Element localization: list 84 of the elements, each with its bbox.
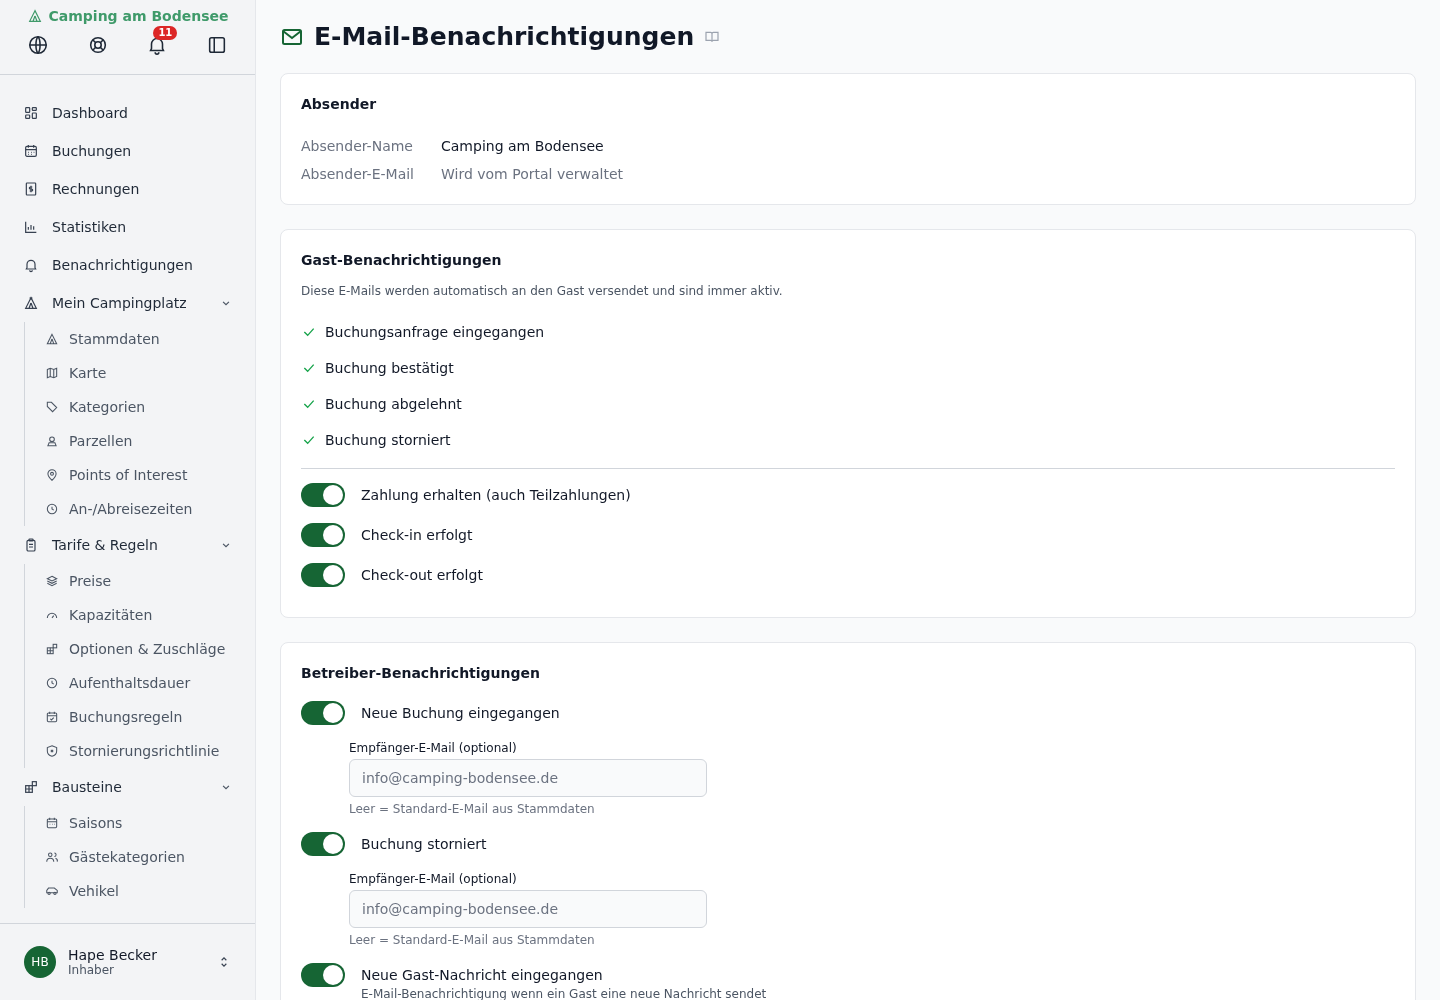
sidebar-item[interactable]: Benachrichtigungen bbox=[23, 246, 255, 284]
nav-icon bbox=[45, 816, 59, 830]
toggle-switch[interactable] bbox=[301, 483, 345, 507]
notification-label: Buchungsanfrage eingegangen bbox=[325, 324, 545, 340]
toggle-label: Check-out erfolgt bbox=[361, 566, 483, 585]
sidebar-subitem[interactable]: Gästekategorien bbox=[45, 840, 255, 874]
user-menu[interactable]: HB Hape Becker Inhaber bbox=[0, 923, 255, 1000]
nav-icon bbox=[45, 468, 59, 482]
toggle-switch[interactable] bbox=[301, 701, 345, 725]
toggle-switch[interactable] bbox=[301, 963, 345, 987]
field-value: Camping am Bodensee bbox=[441, 138, 604, 154]
sidebar-subitem[interactable]: Kategorien bbox=[45, 390, 255, 424]
sidebar-item[interactable]: Buchungen bbox=[23, 132, 255, 170]
toggle-label: Buchung storniert bbox=[361, 835, 487, 854]
nav-icon bbox=[45, 434, 59, 448]
brand-name: Camping am Bodensee bbox=[48, 8, 229, 24]
card-title: Gast-Benachrichtigungen bbox=[301, 251, 503, 270]
sidebar-subitem[interactable]: Optionen & Zuschläge bbox=[45, 632, 255, 666]
nav-icon bbox=[45, 676, 59, 690]
toggle-switch[interactable] bbox=[301, 523, 345, 547]
card-title: Betreiber-Benachrichtigungen bbox=[301, 664, 542, 683]
sidebar-subitem[interactable]: Points of Interest bbox=[45, 458, 255, 492]
sidebar-subitem[interactable]: Stammdaten bbox=[45, 322, 255, 356]
toggle-label: Neue Gast-Nachricht eingegangen bbox=[361, 966, 604, 985]
field-label: Empfänger-E-Mail (optional) bbox=[349, 741, 518, 755]
card-description: Diese E-Mails werden automatisch an den Gast versendet und sind immer aktiv. bbox=[301, 284, 784, 298]
nav-icon bbox=[23, 779, 39, 795]
field-label: Absender-Name bbox=[301, 138, 414, 154]
notification-label: Buchung abgelehnt bbox=[325, 396, 462, 412]
nav-icon bbox=[45, 400, 59, 414]
user-name: Hape Becker bbox=[68, 947, 158, 963]
sidebar-subitem[interactable]: Buchungsregeln bbox=[45, 700, 255, 734]
nav-icon bbox=[23, 537, 39, 553]
sidebar-subitem[interactable]: Parzellen bbox=[45, 424, 255, 458]
sidebar-item[interactable]: Mein Campingplatz bbox=[23, 284, 255, 322]
sidebar-subitem[interactable]: Stornierungsrichtlinie bbox=[45, 734, 255, 768]
sidebar-subitem[interactable]: Karte bbox=[45, 356, 255, 390]
sidebar-item[interactable]: Tarife & Regeln bbox=[23, 526, 255, 564]
field-label: Empfänger-E-Mail (optional) bbox=[349, 872, 518, 886]
toggle-label: Check-in erfolgt bbox=[361, 526, 473, 545]
nav-icon bbox=[23, 219, 39, 235]
email-input[interactable]: info@camping-bodensee.de bbox=[349, 890, 707, 928]
nav-icon bbox=[45, 502, 59, 516]
tent-icon bbox=[26, 8, 43, 24]
nav-icon bbox=[45, 744, 59, 758]
nav-icon bbox=[45, 884, 59, 898]
sidebar-subitem[interactable]: Vehikel bbox=[45, 874, 255, 908]
field-label: Absender-E-Mail bbox=[301, 166, 415, 182]
field-hint: Leer = Standard-E-Mail aus Stammdaten bbox=[349, 933, 596, 947]
user-role: Inhaber bbox=[68, 963, 116, 977]
sidebar-subitem[interactable]: Kapazitäten bbox=[45, 598, 255, 632]
page-title: E-Mail-Benachrichtigungen bbox=[314, 22, 695, 51]
nav-icon bbox=[23, 295, 39, 311]
toggle-label: Neue Buchung eingegangen bbox=[361, 704, 560, 723]
sidebar-item[interactable]: Dashboard bbox=[23, 94, 255, 132]
notification-badge: 11 bbox=[153, 26, 178, 40]
field-value: Wird vom Portal verwaltet bbox=[441, 166, 624, 182]
sidebar-subitem[interactable]: Aufenthaltsdauer bbox=[45, 666, 255, 700]
toggle-description: E-Mail-Benachrichtigung wenn ein Gast eine neue Nachricht sendet bbox=[361, 987, 767, 1000]
field-hint: Leer = Standard-E-Mail aus Stammdaten bbox=[349, 802, 596, 816]
sidebar-item[interactable]: Bausteine bbox=[23, 768, 255, 806]
nav-icon bbox=[45, 366, 59, 380]
nav-icon bbox=[45, 332, 59, 346]
avatar: HB bbox=[24, 946, 56, 978]
sidebar-subitem[interactable]: Preise bbox=[45, 564, 255, 598]
toggle-label: Zahlung erhalten (auch Teilzahlungen) bbox=[361, 486, 631, 505]
nav-icon bbox=[23, 105, 39, 121]
notification-label: Buchung bestätigt bbox=[325, 360, 454, 376]
nav-icon bbox=[45, 710, 59, 724]
nav-icon bbox=[23, 257, 39, 273]
toggle-switch[interactable] bbox=[301, 832, 345, 856]
toggle-switch[interactable] bbox=[301, 563, 345, 587]
card-title: Absender bbox=[301, 95, 378, 114]
sidebar-item[interactable]: Statistiken bbox=[23, 208, 255, 246]
nav-icon bbox=[23, 143, 39, 159]
sidebar-item[interactable]: Rechnungen bbox=[23, 170, 255, 208]
sidebar-subitem[interactable]: Saisons bbox=[45, 806, 255, 840]
nav-icon bbox=[45, 574, 59, 588]
nav-icon bbox=[45, 642, 59, 656]
email-input[interactable]: info@camping-bodensee.de bbox=[349, 759, 707, 797]
notification-label: Buchung storniert bbox=[325, 432, 451, 448]
nav-icon bbox=[45, 850, 59, 864]
nav-icon bbox=[23, 181, 39, 197]
sidebar-subitem[interactable]: An-/Abreisezeiten bbox=[45, 492, 255, 526]
